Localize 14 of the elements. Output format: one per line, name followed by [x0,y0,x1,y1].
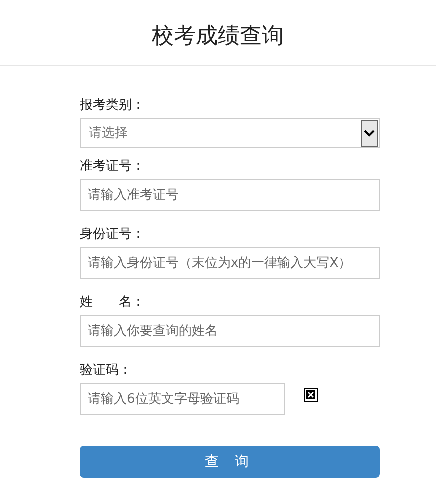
query-button[interactable]: 查 询 [80,446,380,478]
captcha-field[interactable]: 请输入6位英文字母验证码 [80,383,285,415]
field-label: 验证码： [80,362,133,377]
input-field[interactable]: 请输入你要查询的姓名 [80,315,380,347]
broken-image-icon [304,388,318,402]
input-field[interactable]: 请输入身份证号（末位为x的一律输入大写X） [80,247,380,279]
field-label: 姓 名： [80,294,146,309]
field-label: 报考类别： [80,97,146,112]
input-field[interactable]: 请输入准考证号 [80,179,380,211]
field-label: 准考证号： [80,158,146,173]
chevron-down-icon[interactable] [361,120,378,146]
page-title: 校考成绩查询 [152,22,284,50]
category-dropdown[interactable]: 请选择 [80,118,380,148]
field-label: 身份证号： [80,226,146,241]
